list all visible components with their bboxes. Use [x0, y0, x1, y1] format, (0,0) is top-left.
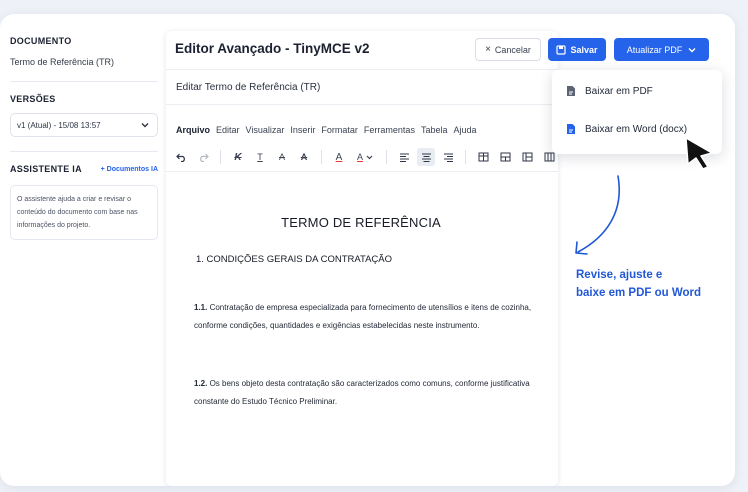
paragraph-number: 1.2.: [194, 379, 208, 388]
paragraph-text: Os bens objeto desta contratação são car…: [194, 379, 530, 406]
menu-formatar[interactable]: Formatar: [321, 125, 358, 135]
menu-editar[interactable]: Editar: [216, 125, 240, 135]
editor-title: Editor Avançado - TinyMCE v2: [175, 41, 370, 56]
cancel-button[interactable]: × Cancelar: [475, 38, 541, 61]
undo-icon[interactable]: [172, 148, 190, 166]
toolbar-separator: [386, 150, 387, 164]
ia-documents-link[interactable]: + Documentos IA: [101, 166, 158, 173]
menu-inserir[interactable]: Inserir: [290, 125, 315, 135]
paragraph-number: 1.1.: [194, 303, 208, 312]
document-section-title: DOCUMENTO: [10, 36, 72, 46]
table-column-icon[interactable]: [518, 148, 536, 166]
document-name: Termo de Referência (TR): [10, 57, 115, 67]
update-pdf-button[interactable]: Atualizar PDF: [614, 38, 709, 61]
highlight-color-icon[interactable]: A: [352, 148, 378, 166]
divider: [10, 81, 158, 82]
save-label: Salvar: [570, 44, 598, 55]
mouse-cursor-icon: [685, 137, 713, 170]
toolbar-separator: [321, 150, 322, 164]
subscript-icon[interactable]: A: [295, 148, 313, 166]
version-select[interactable]: v1 (Atual) - 15/08 13:57: [10, 113, 158, 137]
assistant-header: ASSISTENTE IA + Documentos IA: [10, 164, 158, 174]
document-name-field[interactable]: Editar Termo de Referência (TR): [166, 69, 558, 105]
download-word-item[interactable]: Baixar em Word (docx): [566, 123, 687, 135]
menu-ajuda[interactable]: Ajuda: [453, 125, 476, 135]
cancel-label: Cancelar: [494, 44, 531, 55]
editor-panel: Editor Avançado - TinyMCE v2 Editar Term…: [166, 31, 558, 486]
curved-arrow-icon: [575, 175, 620, 255]
pdf-file-icon: [567, 86, 575, 96]
word-file-icon: [567, 124, 575, 134]
save-icon: [556, 44, 567, 55]
download-pdf-item[interactable]: Baixar em PDF: [566, 85, 653, 97]
table-row-icon[interactable]: [496, 148, 514, 166]
chevron-down-icon: [141, 123, 149, 128]
document-heading: TERMO DE REFERÊNCIA: [281, 215, 441, 230]
versions-section-title: VERSÕES: [10, 94, 56, 104]
menu-arquivo[interactable]: Arquivo: [176, 125, 210, 135]
annotation-text: Revise, ajuste e baixe em PDF ou Word: [576, 266, 701, 302]
menu-visualizar[interactable]: Visualizar: [246, 125, 285, 135]
align-right-icon[interactable]: [439, 148, 457, 166]
table-insert-icon[interactable]: [474, 148, 492, 166]
version-select-value: v1 (Atual) - 15/08 13:57: [17, 120, 101, 130]
align-left-icon[interactable]: [395, 148, 413, 166]
update-pdf-label: Atualizar PDF: [626, 44, 683, 55]
close-icon: ×: [485, 44, 491, 55]
download-pdf-label: Baixar em PDF: [585, 85, 653, 97]
text-color-icon[interactable]: A: [330, 148, 348, 166]
redo-icon[interactable]: [194, 148, 212, 166]
divider: [10, 151, 158, 152]
chevron-down-icon: [688, 47, 696, 52]
align-center-icon[interactable]: [417, 148, 435, 166]
editor-menubar: Arquivo Editar Visualizar Inserir Format…: [176, 125, 477, 135]
toolbar-separator: [220, 150, 221, 164]
annotation-line-1: Revise, ajuste e: [576, 269, 663, 281]
section-heading: 1. CONDIÇÕES GERAIS DA CONTRATAÇÃO: [196, 254, 393, 265]
toolbar-separator: [465, 150, 466, 164]
editor-toolbar: K T A A A A: [172, 145, 558, 169]
paragraph-text: Contratação de empresa especializada par…: [194, 303, 532, 330]
annotation-line-2: baixe em PDF ou Word: [576, 287, 702, 299]
menu-tabela[interactable]: Tabela: [421, 125, 448, 135]
sidebar: DOCUMENTO Termo de Referência (TR) VERSÕ…: [10, 36, 158, 240]
menu-ferramentas[interactable]: Ferramentas: [364, 125, 415, 135]
strikethrough-icon[interactable]: A: [273, 148, 291, 166]
download-word-label: Baixar em Word (docx): [585, 123, 688, 135]
document-content[interactable]: TERMO DE REFERÊNCIA 1. CONDIÇÕES GERAIS …: [166, 171, 558, 486]
assistant-info-box: O assistente ajuda a criar e revisar o c…: [10, 185, 158, 240]
assistant-section-title: ASSISTENTE IA: [10, 164, 82, 174]
paragraph-1-1: 1.1. Contratação de empresa especializad…: [194, 299, 539, 334]
clear-format-icon[interactable]: K: [229, 148, 247, 166]
save-button[interactable]: Salvar: [548, 38, 606, 61]
underline-icon[interactable]: T: [251, 148, 269, 166]
paragraph-1-2: 1.2. Os bens objeto desta contratação sã…: [194, 375, 539, 410]
